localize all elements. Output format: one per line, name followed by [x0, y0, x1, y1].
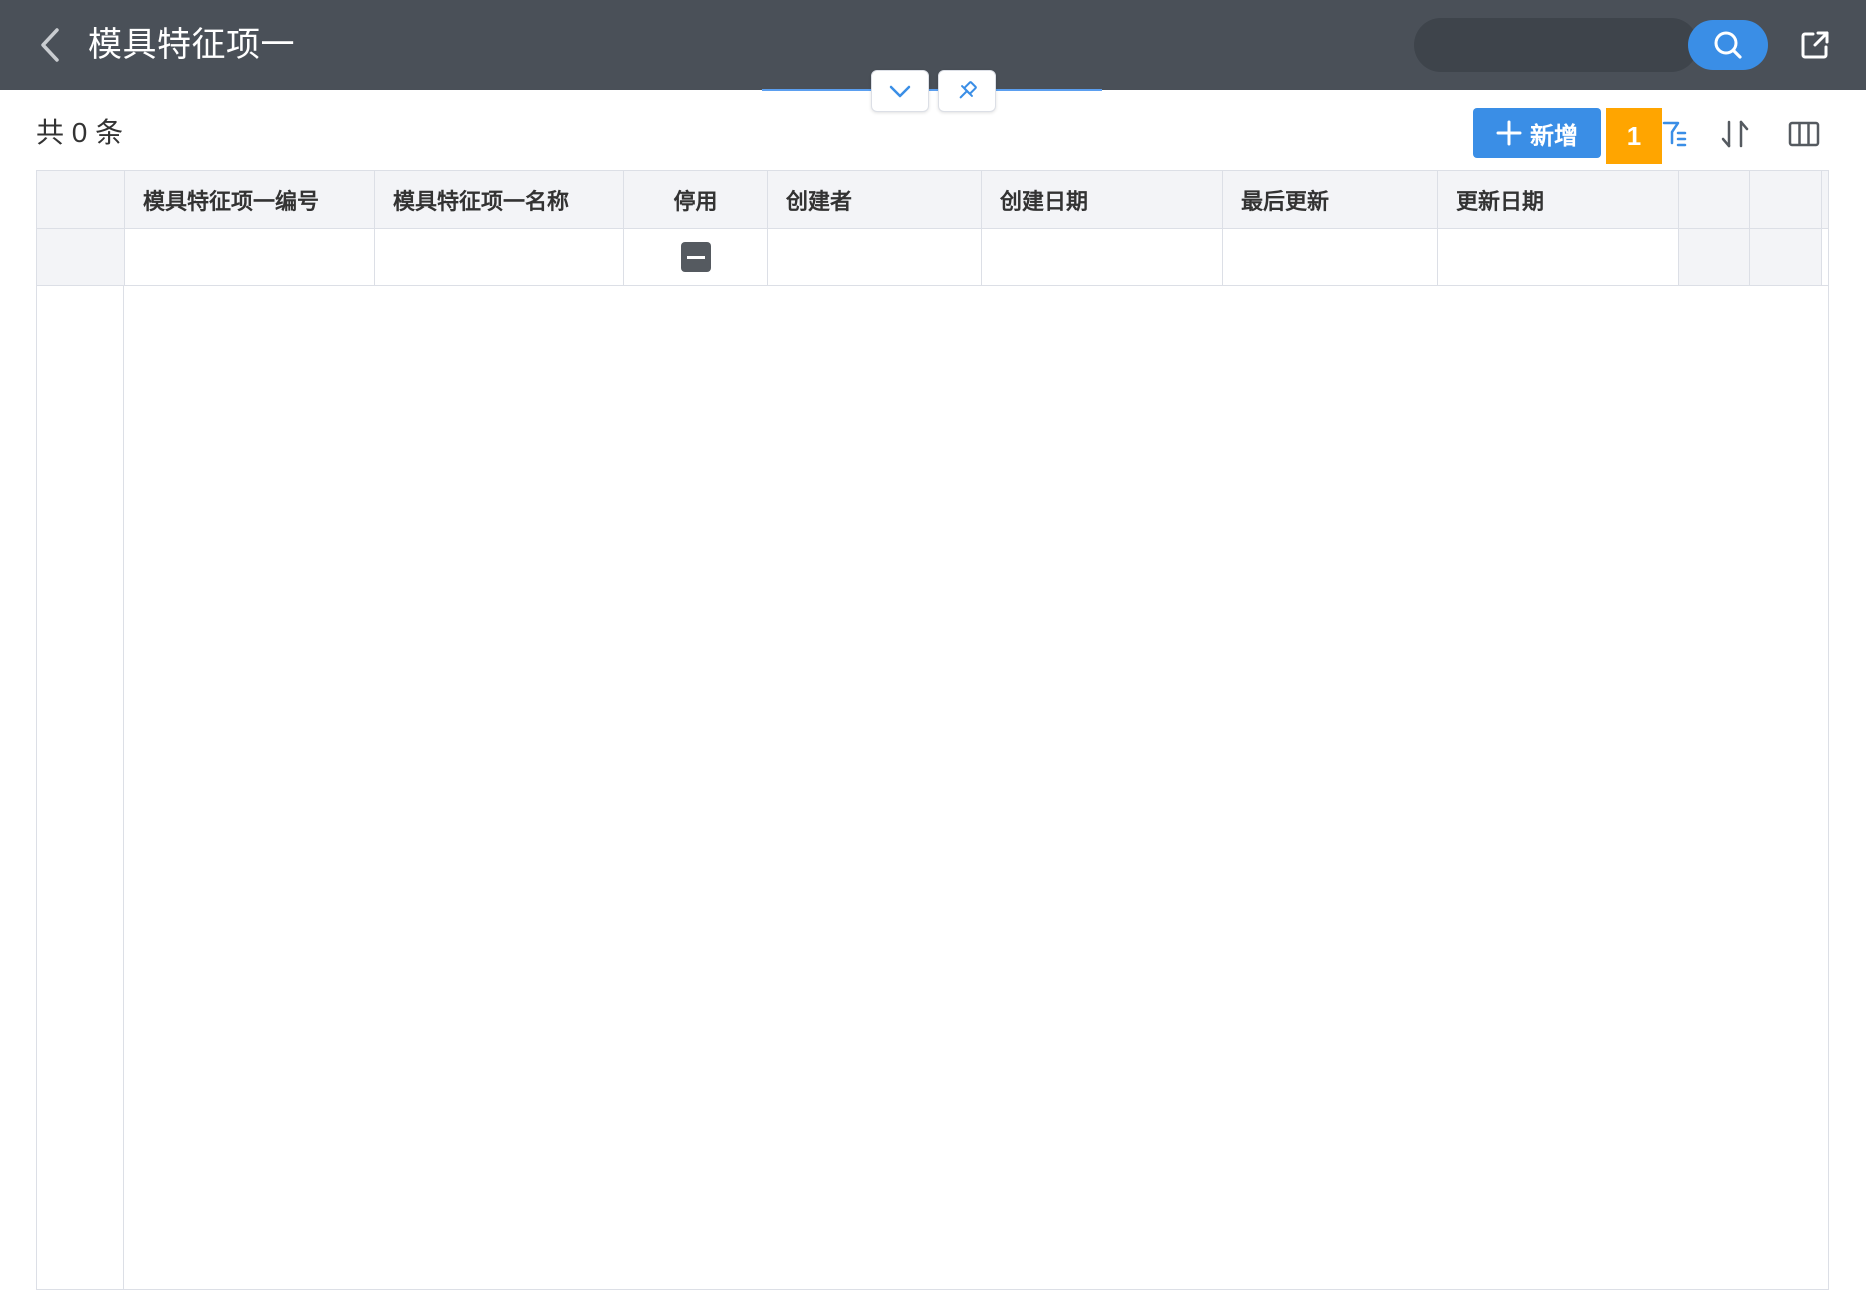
- chevron-down-icon: [889, 85, 911, 98]
- column-header-disabled[interactable]: 停用: [624, 171, 768, 228]
- filter-cell-code[interactable]: [125, 229, 375, 285]
- filter-cell-creator[interactable]: [768, 229, 982, 285]
- sort-icon: [1721, 120, 1749, 148]
- search-icon: [1714, 31, 1742, 59]
- data-grid: 模具特征项一编号 模具特征项一名称 停用 创建者 创建日期 最后更新 更新日期: [36, 170, 1829, 1290]
- column-header-create-date[interactable]: 创建日期: [982, 171, 1223, 228]
- back-button[interactable]: [28, 22, 72, 68]
- total-count: 共 0 条: [36, 117, 124, 148]
- back-arrow-icon: [41, 28, 59, 62]
- search-button[interactable]: [1688, 20, 1768, 70]
- filter-cell-name[interactable]: [375, 229, 624, 285]
- share-icon: [1801, 31, 1829, 59]
- row-header-column: [37, 171, 124, 1289]
- column-header-creator[interactable]: 创建者: [768, 171, 982, 228]
- table-header-row: 模具特征项一编号 模具特征项一名称 停用 创建者 创建日期 最后更新 更新日期: [37, 171, 1828, 229]
- filter-cell-extra-2: [1750, 229, 1822, 285]
- column-header-name[interactable]: 模具特征项一名称: [375, 171, 624, 228]
- share-button[interactable]: [1793, 23, 1837, 67]
- search-input[interactable]: [1432, 18, 1636, 74]
- column-header-update-date[interactable]: 更新日期: [1438, 171, 1679, 228]
- filter-cell-extra-1: [1679, 229, 1750, 285]
- filter-row-header: [37, 229, 125, 285]
- column-header-extra-2: [1750, 171, 1822, 228]
- add-button[interactable]: 新增: [1473, 108, 1601, 158]
- page-title: 模具特征项一: [88, 26, 295, 64]
- filter-cell-disabled: [624, 229, 768, 285]
- header-bar: 模具特征项一: [0, 0, 1866, 90]
- add-button-label: 新增: [1530, 122, 1578, 150]
- header-underline: [762, 89, 1102, 91]
- column-header-last-update[interactable]: 最后更新: [1223, 171, 1438, 228]
- column-header-code[interactable]: 模具特征项一编号: [125, 171, 375, 228]
- pin-header-button[interactable]: [938, 70, 996, 112]
- sort-button[interactable]: [1713, 114, 1757, 154]
- filter-cell-update-date[interactable]: [1438, 229, 1679, 285]
- filter-icon: [1662, 121, 1687, 147]
- minus-icon: [686, 255, 705, 259]
- select-all-cell[interactable]: [37, 171, 125, 228]
- plus-icon: [1496, 120, 1522, 146]
- filter-cell-create-date[interactable]: [982, 229, 1223, 285]
- filter-row: [37, 229, 1828, 286]
- collapse-header-button[interactable]: [871, 70, 929, 112]
- filter-cell-last-update[interactable]: [1223, 229, 1438, 285]
- columns-button[interactable]: [1782, 114, 1826, 154]
- column-header-extra-1: [1679, 171, 1750, 228]
- search-box[interactable]: [1414, 18, 1698, 74]
- notification-badge: 1: [1606, 108, 1662, 164]
- disabled-filter-checkbox[interactable]: [680, 242, 711, 272]
- columns-icon: [1788, 121, 1820, 147]
- pin-icon: [959, 81, 977, 99]
